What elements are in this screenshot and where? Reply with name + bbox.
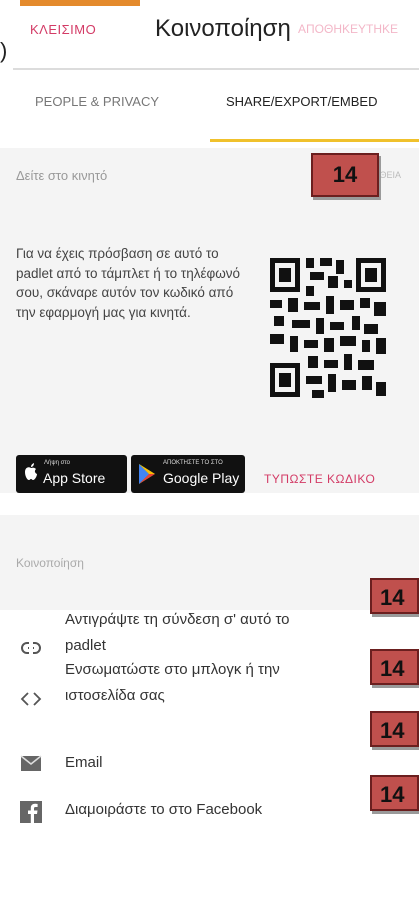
- share-item-embed[interactable]: Ενσωματώστε στο μπλογκ ή την ιστοσελίδα …: [65, 657, 280, 709]
- accent-bar: [20, 0, 140, 6]
- tab-people-privacy[interactable]: PEOPLE & PRIVACY: [35, 94, 159, 109]
- envelope-icon: [20, 755, 42, 771]
- active-tab-indicator: [210, 139, 419, 142]
- share-item-copy-link[interactable]: Αντιγράψτε τη σύνδεση σ' αυτό το padlet: [65, 607, 290, 659]
- annotation-badge: 14: [370, 711, 419, 747]
- link-icon: [21, 641, 41, 655]
- share-item-label: padlet: [65, 637, 106, 654]
- facebook-icon: [20, 801, 42, 823]
- share-section: Κοινοποίηση Αντιγράψτε τη σύνδεση σ' αυτ…: [0, 515, 419, 902]
- page-title: Κοινοποίηση: [155, 15, 291, 42]
- mobile-section: Δείτε στο κινητό ΒΟΗΘΕΙΑ Για να έχεις πρ…: [0, 148, 419, 493]
- annotation-badge: 14: [370, 649, 419, 685]
- app-store-small-label: Λήψη στο: [44, 460, 70, 466]
- app-store-label: App Store: [43, 470, 106, 486]
- header-divider: [13, 68, 419, 70]
- google-play-small-label: ΑΠΟΚΤΗΣΤΕ ΤΟ ΣΤΟ: [163, 460, 223, 466]
- close-button[interactable]: ΚΛΕΙΣΙΜΟ: [30, 22, 96, 37]
- share-item-label: Αντιγράψτε τη σύνδεση σ' αυτό το: [65, 611, 290, 628]
- tab-bar: PEOPLE & PRIVACY SHARE/EXPORT/EMBED: [0, 88, 419, 148]
- share-heading: Κοινοποίηση: [16, 556, 84, 570]
- qr-code-icon: [268, 256, 388, 399]
- google-play-icon: [139, 464, 155, 484]
- share-item-facebook[interactable]: Διαμοιράστε το στο Facebook: [65, 797, 262, 823]
- annotation-badge: 14: [370, 775, 419, 811]
- annotation-badge: 14: [370, 578, 419, 614]
- embed-code-icon: [20, 692, 42, 706]
- google-play-button[interactable]: ΑΠΟΚΤΗΣΤΕ ΤΟ ΣΤΟ Google Play: [131, 455, 245, 493]
- annotation-badge: 14: [311, 153, 379, 197]
- mobile-description: Για να έχεις πρόσβαση σε αυτό το padlet …: [16, 246, 241, 320]
- share-item-label: Ενσωματώστε στο μπλογκ ή την: [65, 661, 280, 678]
- type-code-link[interactable]: ΤΥΠΩΣΤΕ ΚΩΔΙΚΟ: [264, 472, 375, 486]
- google-play-label: Google Play: [163, 470, 240, 486]
- share-item-email[interactable]: Email: [65, 750, 103, 776]
- apple-icon: [25, 463, 37, 480]
- mobile-heading: Δείτε στο κινητό: [16, 168, 108, 183]
- app-store-button[interactable]: Λήψη στο App Store: [16, 455, 127, 493]
- save-status-button[interactable]: ΑΠΟΘΗΚΕΥΤΗΚΕ: [298, 22, 398, 36]
- share-item-label: ιστοσελίδα σας: [65, 687, 165, 704]
- tab-share-export-embed[interactable]: SHARE/EXPORT/EMBED: [226, 94, 377, 109]
- stray-character: ): [0, 38, 8, 63]
- top-bar: ΚΛΕΙΣΙΜΟ Κοινοποίηση ΑΠΟΘΗΚΕΥΤΗΚΕ ): [0, 0, 419, 70]
